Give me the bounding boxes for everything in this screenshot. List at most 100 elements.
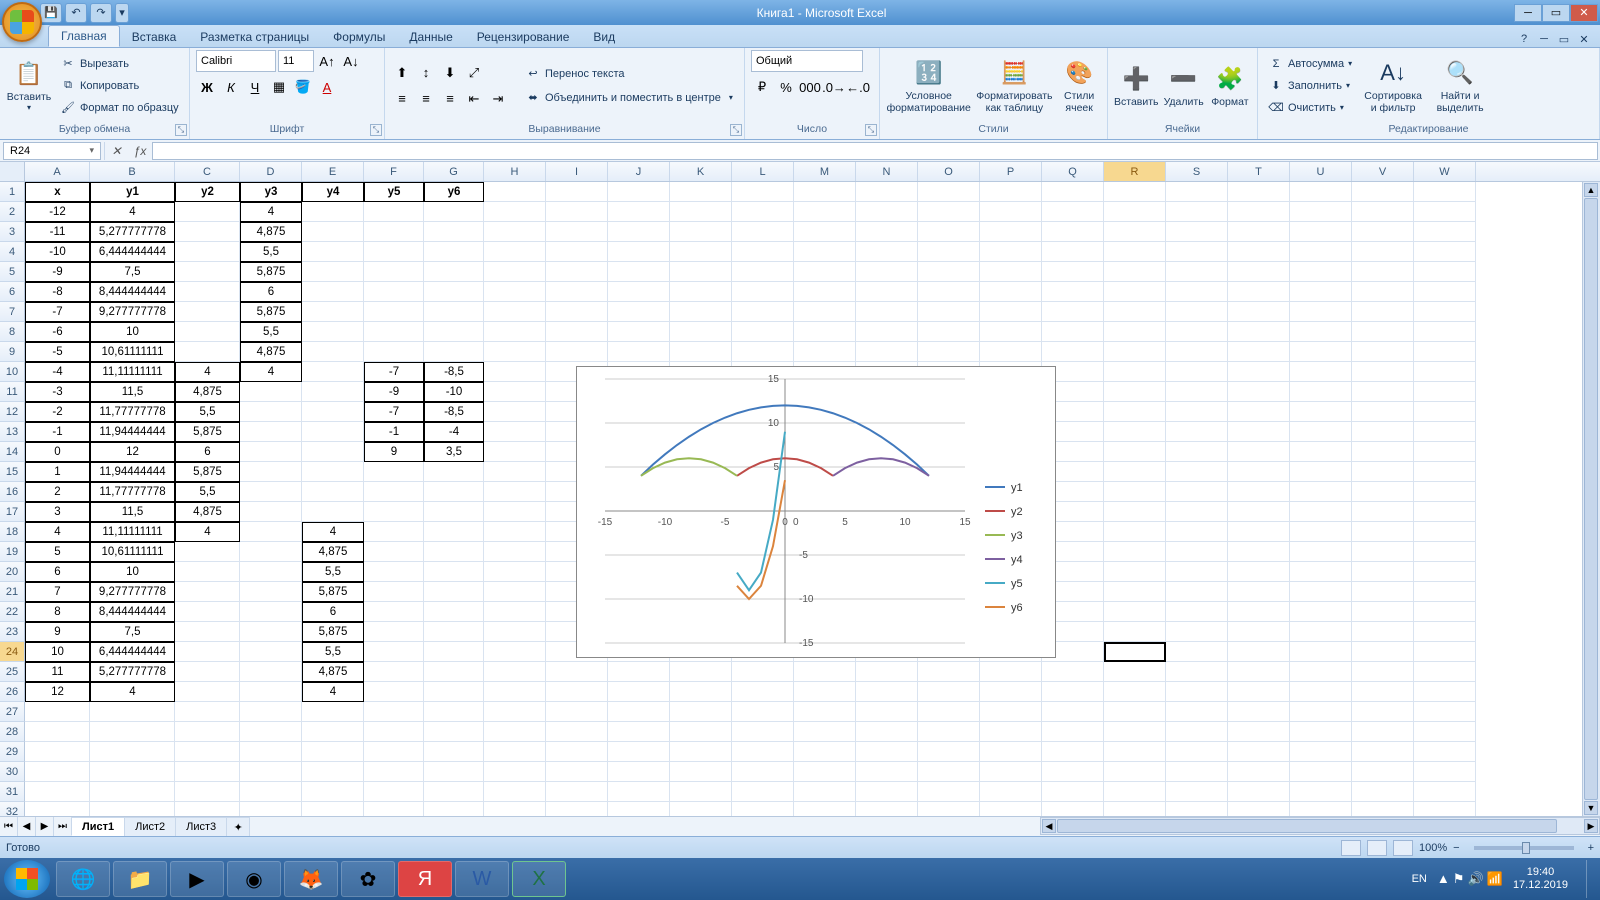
cell-A21[interactable]: 7 [25,582,90,602]
cell-C8[interactable] [175,322,240,342]
cell-S10[interactable] [1166,362,1228,382]
cell-A7[interactable]: -7 [25,302,90,322]
cell-A3[interactable]: -11 [25,222,90,242]
cell-J31[interactable] [608,782,670,802]
cell-R11[interactable] [1104,382,1166,402]
cell-A23[interactable]: 9 [25,622,90,642]
cell-S1[interactable] [1166,182,1228,202]
cell-Q32[interactable] [1042,802,1104,816]
hscroll-thumb[interactable] [1057,819,1557,833]
name-box[interactable]: R24▾ [3,142,101,160]
cell-I6[interactable] [546,282,608,302]
cell-S3[interactable] [1166,222,1228,242]
tab-view[interactable]: Вид [581,27,627,47]
zoom-in-icon[interactable]: + [1588,842,1594,854]
cell-A15[interactable]: 1 [25,462,90,482]
office-button[interactable] [2,2,42,42]
cell-B24[interactable]: 6,444444444 [90,642,175,662]
cell-G29[interactable] [424,742,484,762]
cell-S32[interactable] [1166,802,1228,816]
cell-F29[interactable] [364,742,424,762]
cell-T2[interactable] [1228,202,1290,222]
cell-A1[interactable]: x [25,182,90,202]
cell-O29[interactable] [918,742,980,762]
cell-E10[interactable] [302,362,364,382]
cell-K28[interactable] [670,722,732,742]
cell-D27[interactable] [240,702,302,722]
col-header-I[interactable]: I [546,162,608,181]
cell-R23[interactable] [1104,622,1166,642]
cell-U25[interactable] [1290,662,1352,682]
cell-F12[interactable]: -7 [364,402,424,422]
cell-J29[interactable] [608,742,670,762]
cell-M9[interactable] [794,342,856,362]
row-header[interactable]: 16 [0,482,25,502]
cell-T1[interactable] [1228,182,1290,202]
col-header-R[interactable]: R [1104,162,1166,181]
cell-E21[interactable]: 5,875 [302,582,364,602]
cell-U11[interactable] [1290,382,1352,402]
cell-T3[interactable] [1228,222,1290,242]
cell-H15[interactable] [484,462,546,482]
cell-H18[interactable] [484,522,546,542]
cell-O7[interactable] [918,302,980,322]
cell-W10[interactable] [1414,362,1476,382]
cell-C5[interactable] [175,262,240,282]
cell-F30[interactable] [364,762,424,782]
cell-P4[interactable] [980,242,1042,262]
cell-D24[interactable] [240,642,302,662]
cell-C30[interactable] [175,762,240,782]
cell-A27[interactable] [25,702,90,722]
cell-I3[interactable] [546,222,608,242]
cell-K32[interactable] [670,802,732,816]
cell-K8[interactable] [670,322,732,342]
clear-button[interactable]: ⌫Очистить▾ [1264,98,1356,118]
cell-B12[interactable]: 11,77777778 [90,402,175,422]
cell-V6[interactable] [1352,282,1414,302]
sheet-nav-prev-icon[interactable]: ◀ [18,817,36,836]
cell-G24[interactable] [424,642,484,662]
cell-P26[interactable] [980,682,1042,702]
cell-styles-button[interactable]: 🎨Стили ячеек [1057,53,1101,119]
cell-U5[interactable] [1290,262,1352,282]
cell-K4[interactable] [670,242,732,262]
cell-W20[interactable] [1414,562,1476,582]
cell-V20[interactable] [1352,562,1414,582]
cell-T9[interactable] [1228,342,1290,362]
cell-G12[interactable]: -8,5 [424,402,484,422]
row-header[interactable]: 5 [0,262,25,282]
cell-H6[interactable] [484,282,546,302]
row-header[interactable]: 7 [0,302,25,322]
cell-U16[interactable] [1290,482,1352,502]
ribbon-restore-icon[interactable]: ▭ [1556,31,1572,47]
cell-B9[interactable]: 10,61111111 [90,342,175,362]
cell-B15[interactable]: 11,94444444 [90,462,175,482]
row-header[interactable]: 31 [0,782,25,802]
cell-V5[interactable] [1352,262,1414,282]
worksheet-grid[interactable]: ABCDEFGHIJKLMNOPQRSTUVW 1xy1y2y3y4y5y62-… [0,162,1600,816]
cell-N27[interactable] [856,702,918,722]
sheet-tab-2[interactable]: Лист2 [124,817,176,836]
redo-icon[interactable]: ↷ [90,3,112,23]
embedded-chart[interactable]: -15-10-5051015-15-10-5510150y1y2y3y4y5y6 [576,366,1056,658]
cell-R16[interactable] [1104,482,1166,502]
cell-Q5[interactable] [1042,262,1104,282]
merge-center-button[interactable]: ⬌Объединить и поместить в центре▾ [521,88,737,108]
cell-S25[interactable] [1166,662,1228,682]
cell-P27[interactable] [980,702,1042,722]
row-header[interactable]: 19 [0,542,25,562]
cell-N29[interactable] [856,742,918,762]
cell-F32[interactable] [364,802,424,816]
cell-G19[interactable] [424,542,484,562]
cell-N9[interactable] [856,342,918,362]
cell-O1[interactable] [918,182,980,202]
cell-W14[interactable] [1414,442,1476,462]
cell-L30[interactable] [732,762,794,782]
cell-W3[interactable] [1414,222,1476,242]
sheet-nav-first-icon[interactable]: ⏮ [0,817,18,836]
scroll-up-icon[interactable]: ▲ [1584,183,1598,197]
cell-L6[interactable] [732,282,794,302]
cell-L8[interactable] [732,322,794,342]
cell-C2[interactable] [175,202,240,222]
cell-E27[interactable] [302,702,364,722]
